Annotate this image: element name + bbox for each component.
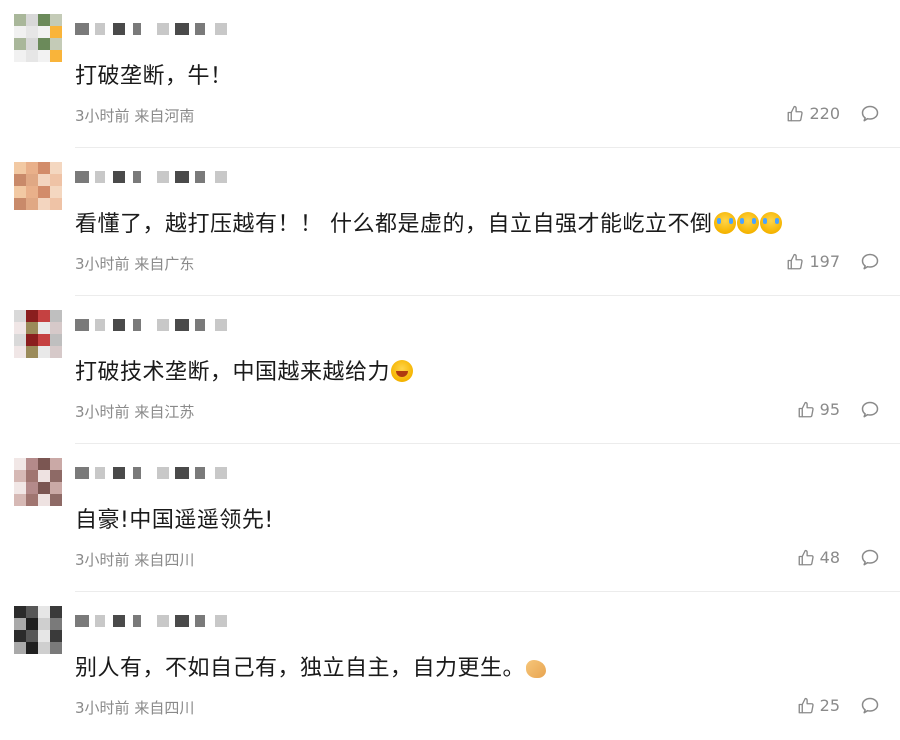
comment-meta: 3小时前 来自四川 — [75, 549, 194, 570]
like-count: 48 — [819, 548, 840, 567]
comment-bubble-icon — [861, 105, 879, 122]
comment-text-content: 打破技术垄断，中国越来越给力 — [75, 360, 391, 385]
reply-button[interactable] — [860, 400, 880, 424]
comment-text: 打破垄断，牛！ — [75, 58, 233, 90]
comment-location: 来自四川 — [134, 699, 195, 717]
comment-text: 自豪!中国遥遥领先! — [75, 502, 274, 534]
comment-time: 3小时前 — [75, 551, 130, 569]
avatar[interactable] — [14, 162, 62, 210]
comment-location: 来自四川 — [134, 551, 195, 569]
username-pixelated[interactable] — [75, 612, 255, 630]
comment-bubble-icon — [861, 253, 879, 270]
comment-location: 来自江苏 — [134, 403, 195, 421]
comment-time: 3小时前 — [75, 403, 130, 421]
like-button[interactable]: 25 — [797, 696, 840, 715]
muscle-emoji — [526, 660, 547, 678]
thumbs-up-icon — [798, 401, 814, 417]
cry-emoji — [713, 212, 736, 234]
comment-bubble-icon — [861, 401, 879, 418]
like-button[interactable]: 220 — [786, 104, 840, 123]
comment-text: 打破技术垄断，中国越来越给力 — [75, 354, 414, 386]
like-count: 25 — [819, 696, 840, 715]
thumbs-up-icon — [788, 105, 804, 121]
comment-text: 看懂了，越打压越有！！ 什么都是虚的，自立自强才能屹立不倒 — [75, 206, 782, 238]
comment-item: 打破技术垄断，中国越来越给力 3小时前 来自江苏 95 — [0, 296, 900, 444]
cry-emoji — [759, 212, 782, 234]
username-pixelated[interactable] — [75, 20, 255, 38]
comment-text-content: 打破垄断，牛！ — [75, 64, 233, 89]
comment-text-content: 自豪!中国遥遥领先! — [75, 508, 274, 533]
comment-time: 3小时前 — [75, 107, 130, 125]
like-count: 220 — [809, 104, 840, 123]
comment-item: 别人有，不如自己有，独立自主，自力更生。 3小时前 来自四川 25 — [0, 592, 900, 740]
comment-item: 自豪!中国遥遥领先! 3小时前 来自四川 48 — [0, 444, 900, 592]
comment-location: 来自广东 — [134, 255, 195, 273]
reply-button[interactable] — [860, 548, 880, 572]
like-button[interactable]: 95 — [797, 400, 840, 419]
reply-button[interactable] — [860, 696, 880, 720]
comment-time: 3小时前 — [75, 699, 130, 717]
avatar[interactable] — [14, 606, 62, 654]
comment-meta: 3小时前 来自江苏 — [75, 401, 194, 422]
comment-time: 3小时前 — [75, 255, 130, 273]
comment-text: 别人有，不如自己有，独立自主，自力更生。 — [75, 650, 547, 682]
laugh-emoji — [391, 360, 414, 382]
reply-button[interactable] — [860, 252, 880, 276]
comment-bubble-icon — [861, 549, 879, 566]
comment-meta: 3小时前 来自四川 — [75, 697, 194, 718]
username-pixelated[interactable] — [75, 464, 255, 482]
reply-button[interactable] — [860, 104, 880, 128]
comment-item: 打破垄断，牛！ 3小时前 来自河南 220 — [0, 0, 900, 148]
comment-text-content: 看懂了，越打压越有！！ 什么都是虚的，自立自强才能屹立不倒 — [75, 212, 713, 237]
comment-item: 看懂了，越打压越有！！ 什么都是虚的，自立自强才能屹立不倒 3小时前 来自广东 19… — [0, 148, 900, 296]
comment-bubble-icon — [861, 697, 879, 714]
thumbs-up-icon — [788, 253, 804, 269]
avatar[interactable] — [14, 14, 62, 62]
comment-text-content: 别人有，不如自己有，独立自主，自力更生。 — [75, 656, 526, 681]
comment-location: 来自河南 — [134, 107, 195, 125]
thumbs-up-icon — [798, 549, 814, 565]
like-count: 95 — [819, 400, 840, 419]
like-count: 197 — [809, 252, 840, 271]
thumbs-up-icon — [798, 697, 814, 713]
username-pixelated[interactable] — [75, 316, 255, 334]
cry-emoji — [736, 212, 759, 234]
username-pixelated[interactable] — [75, 168, 255, 186]
avatar[interactable] — [14, 458, 62, 506]
comment-meta: 3小时前 来自河南 — [75, 105, 194, 126]
like-button[interactable]: 197 — [786, 252, 840, 271]
avatar[interactable] — [14, 310, 62, 358]
comment-meta: 3小时前 来自广东 — [75, 253, 194, 274]
like-button[interactable]: 48 — [797, 548, 840, 567]
